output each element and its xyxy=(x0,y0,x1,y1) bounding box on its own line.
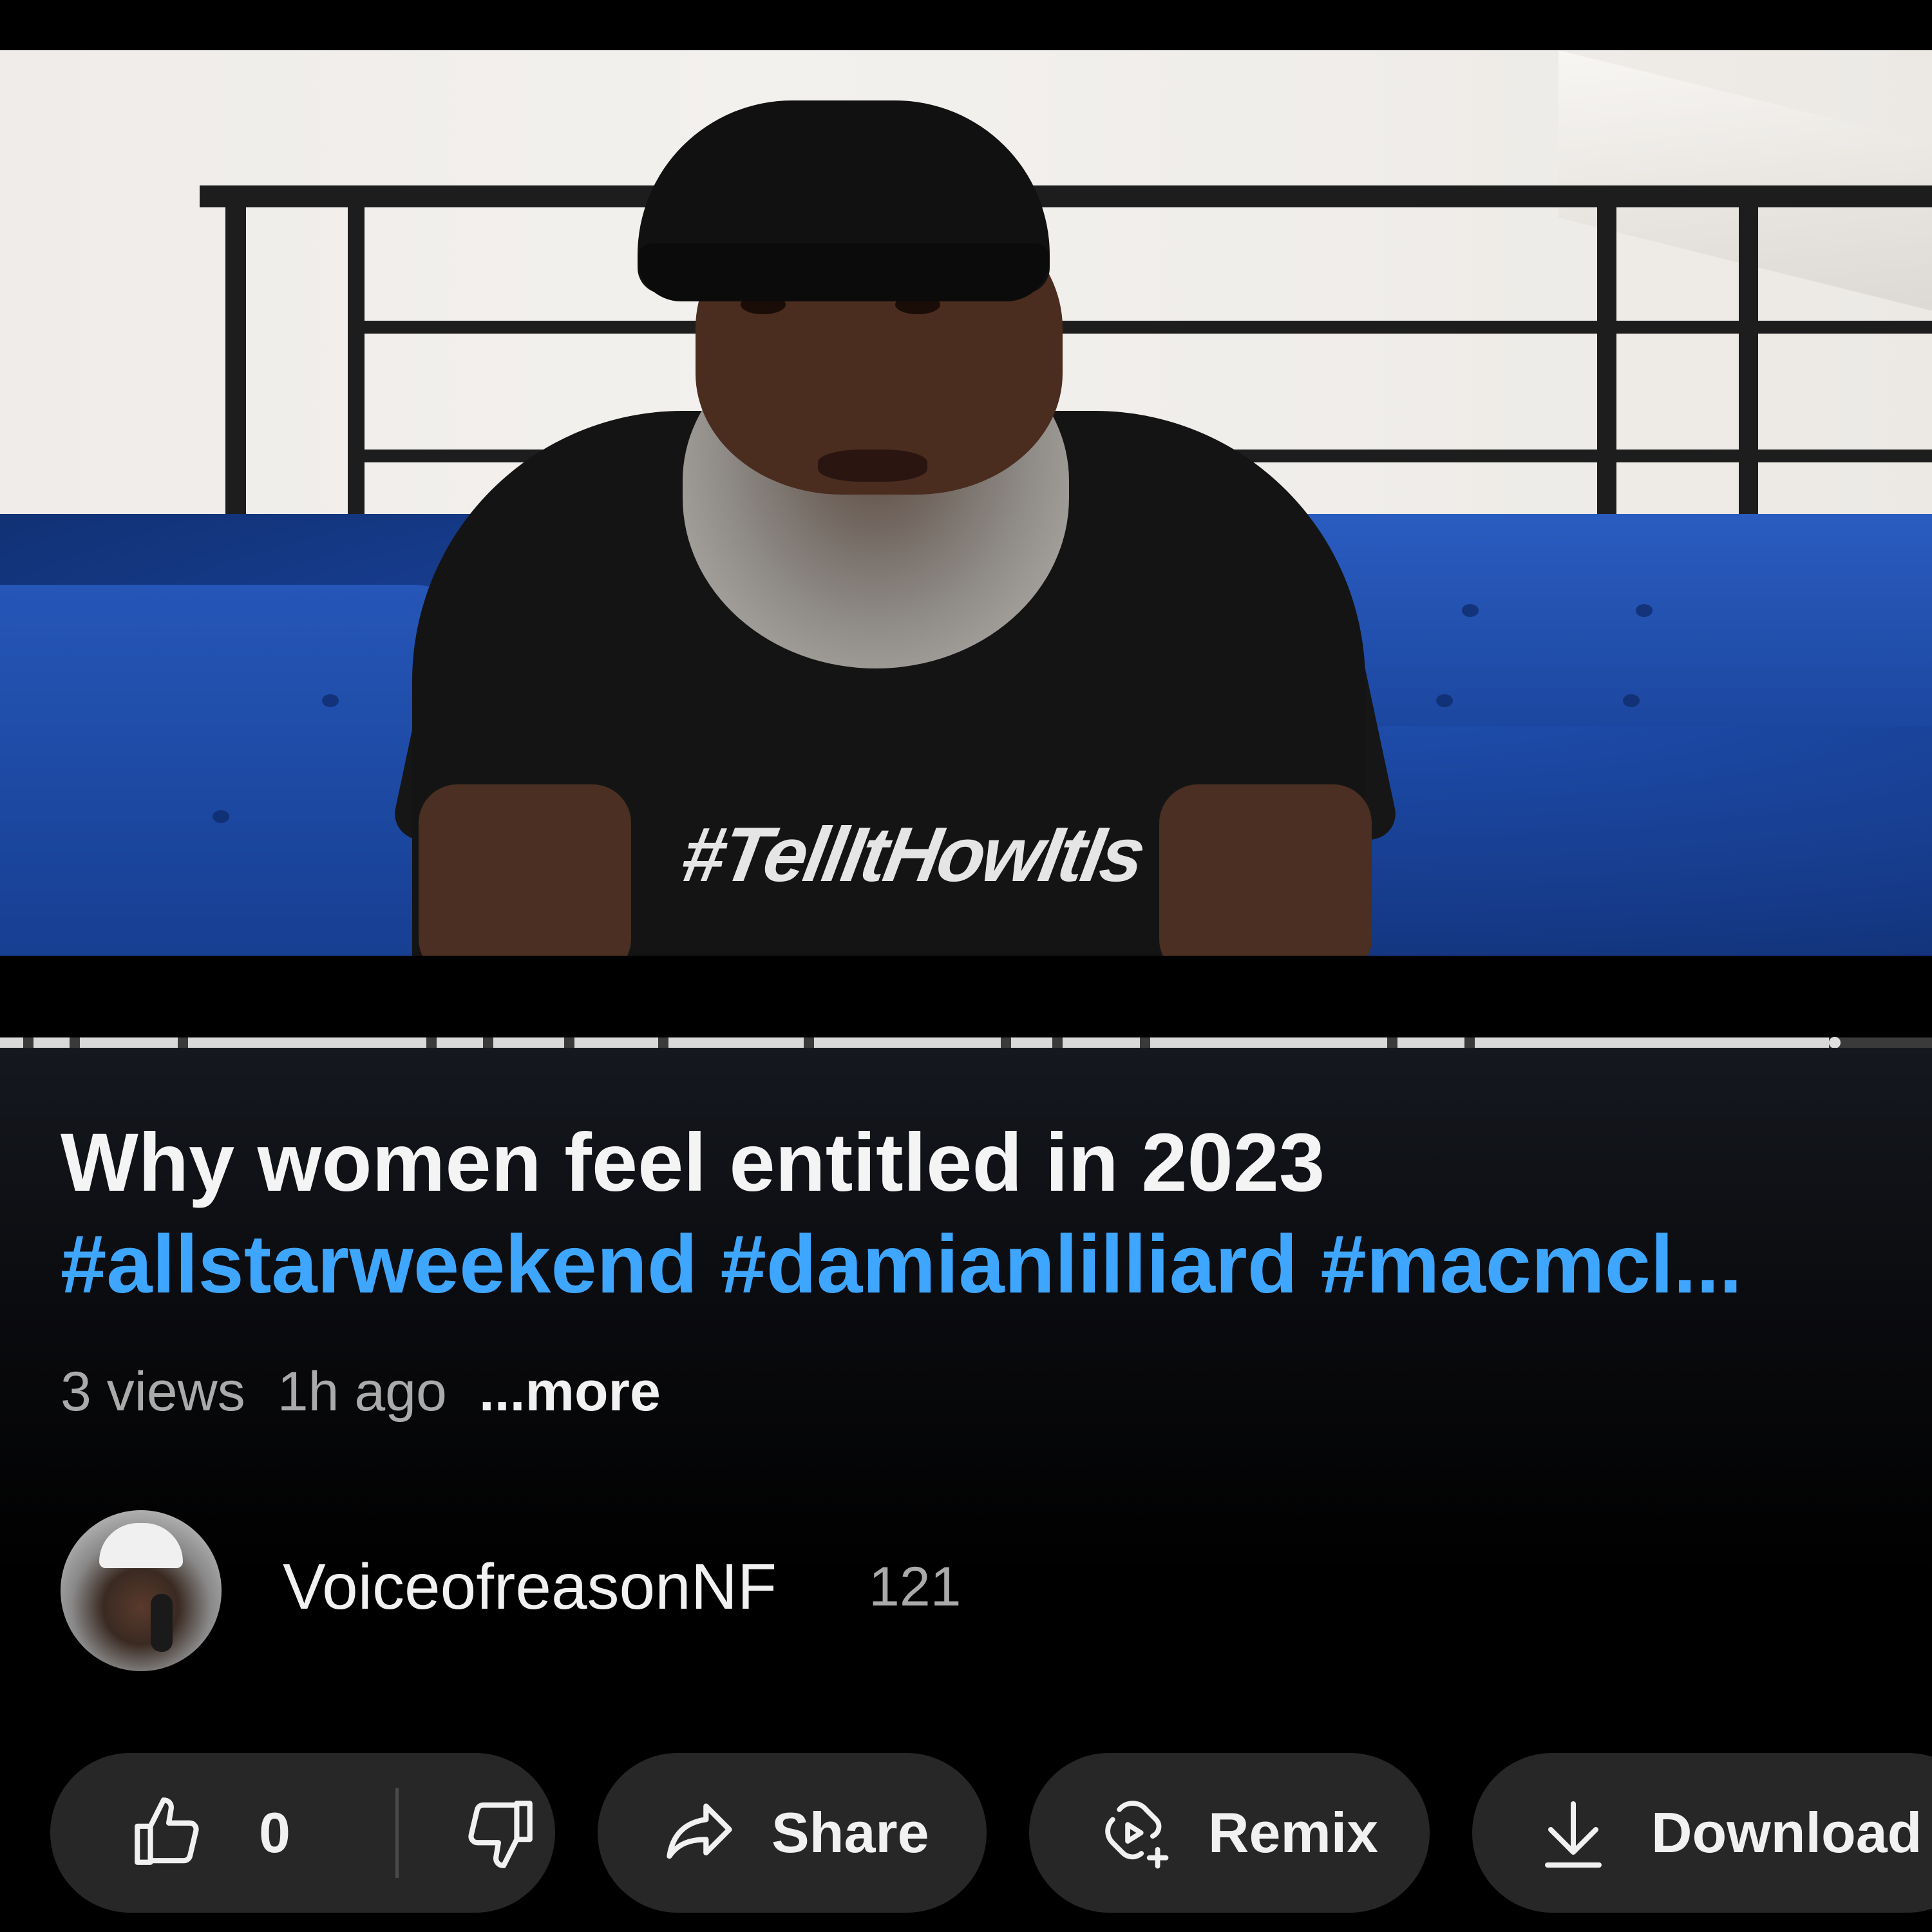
chapter-segment xyxy=(574,1037,658,1048)
subscriber-count: 121 xyxy=(869,1556,961,1618)
remix-label: Remix xyxy=(1208,1801,1379,1864)
dislike-button[interactable] xyxy=(411,1753,555,1913)
railing-bar xyxy=(361,321,1932,334)
chapter-segment xyxy=(33,1037,70,1048)
person-arm xyxy=(1159,784,1372,956)
avatar-microphone xyxy=(151,1594,173,1652)
person-mouth xyxy=(818,450,927,482)
chapter-segment xyxy=(1011,1037,1052,1048)
more-description-link[interactable]: ...more xyxy=(479,1361,661,1423)
chapter-segment xyxy=(1397,1037,1464,1048)
progress-scrubber[interactable] xyxy=(1829,1037,1841,1048)
shirt-slogan: #TellItHowItIs xyxy=(675,811,1150,898)
like-divider xyxy=(395,1788,399,1878)
chapter-segment xyxy=(668,1037,804,1048)
video-progress-bar[interactable] xyxy=(0,1037,1932,1048)
like-dislike-group: 0 xyxy=(50,1753,555,1913)
video-letterbox xyxy=(0,956,1932,1039)
chapter-segment xyxy=(1150,1037,1387,1048)
chapter-segment xyxy=(188,1037,426,1048)
person-arm xyxy=(419,784,631,956)
thumbs-down-icon xyxy=(461,1794,540,1872)
avatar-hat xyxy=(99,1523,183,1568)
railing-post xyxy=(1739,198,1758,533)
sofa-tuft xyxy=(1636,604,1653,617)
chapter-segment xyxy=(80,1037,178,1048)
download-icon xyxy=(1538,1793,1609,1873)
like-count: 0 xyxy=(259,1801,290,1864)
remix-icon xyxy=(1096,1793,1176,1873)
sofa-tuft xyxy=(1462,604,1479,617)
chapter-segment xyxy=(0,1037,23,1048)
railing-post xyxy=(1597,198,1616,533)
share-label: Share xyxy=(772,1801,929,1864)
chapter-segment xyxy=(814,1037,1001,1048)
video-hashtags[interactable]: #allstarweekend #damianlilliard #macmcl.… xyxy=(61,1216,1877,1314)
status-bar xyxy=(0,0,1932,50)
railing xyxy=(200,185,1932,207)
chapter-segment xyxy=(493,1037,564,1048)
chapter-segment xyxy=(1475,1037,1829,1048)
sofa-tuft xyxy=(213,810,229,823)
video-title[interactable]: Why women feel entitled in 2023 xyxy=(61,1114,1877,1212)
remix-button[interactable]: Remix xyxy=(1029,1753,1430,1913)
sofa-tuft xyxy=(1436,694,1453,707)
sofa-tuft xyxy=(1623,694,1640,707)
video-meta: 3 views 1h ago ...more xyxy=(61,1360,693,1424)
share-button[interactable]: Share xyxy=(598,1753,987,1913)
chapter-segment xyxy=(1063,1037,1140,1048)
channel-name[interactable]: VoiceofreasonNF xyxy=(283,1550,777,1624)
upload-age: 1h ago xyxy=(277,1361,447,1423)
share-arrow-icon xyxy=(659,1793,739,1873)
download-button[interactable]: Download xyxy=(1472,1753,1932,1913)
view-count: 3 views xyxy=(61,1361,245,1423)
thumbs-up-icon xyxy=(128,1794,206,1872)
person-cap-brim xyxy=(638,243,1050,301)
chapter-segment xyxy=(437,1037,483,1048)
video-player[interactable]: #TellItHowItIs xyxy=(0,50,1932,956)
channel-avatar[interactable] xyxy=(61,1510,222,1671)
like-button[interactable]: 0 xyxy=(50,1753,353,1913)
download-label: Download xyxy=(1651,1801,1922,1864)
sofa-tuft xyxy=(322,694,339,707)
